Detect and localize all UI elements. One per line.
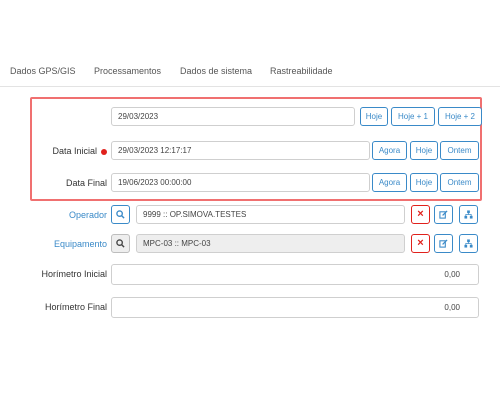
close-icon: × <box>417 237 424 249</box>
equipamento-search-button[interactable] <box>111 234 130 253</box>
horimetro-final-label: Horímetro Final <box>44 302 107 312</box>
ontem-button[interactable]: Ontem <box>440 141 479 160</box>
operador-field[interactable]: 9999 :: OP.SIMOVA.TESTES <box>136 205 405 224</box>
data-final-row: Data Final 19/06/2023 00:00:00 Agora Hoj… <box>0 172 500 194</box>
horimetro-inicial-row: Horímetro Inicial 0,00 <box>0 263 500 285</box>
data-inicial-label-text: Data Inicial <box>52 146 97 156</box>
search-icon <box>116 239 125 248</box>
close-icon: × <box>417 208 424 220</box>
tab-processamentos[interactable]: Processamentos <box>94 66 161 76</box>
data-inicial-label: Data Inicial <box>52 140 107 162</box>
hoje-button[interactable]: Hoje <box>410 173 438 192</box>
horimetro-inicial-field[interactable]: 0,00 <box>111 264 479 285</box>
operador-row: Operador 9999 :: OP.SIMOVA.TESTES × <box>0 204 500 226</box>
tab-bar: Dados GPS/GIS Processamentos Dados de si… <box>10 66 353 76</box>
equipamento-hierarchy-button[interactable] <box>459 234 478 253</box>
tab-dados-gps-gis[interactable]: Dados GPS/GIS <box>10 66 80 76</box>
equipamento-edit-button[interactable] <box>434 234 453 253</box>
hierarchy-icon <box>464 239 473 248</box>
data-final-label: Data Final <box>65 178 107 188</box>
equipamento-clear-button[interactable]: × <box>411 234 430 253</box>
edit-icon <box>439 239 448 248</box>
agora-button[interactable]: Agora <box>372 141 407 160</box>
equipamento-row: Equipamento MPC-03 :: MPC-03 × <box>0 233 500 255</box>
equipamento-field[interactable]: MPC-03 :: MPC-03 <box>136 234 405 253</box>
date-field[interactable]: 29/03/2023 <box>111 107 355 126</box>
operador-hierarchy-button[interactable] <box>459 205 478 224</box>
hoje-button[interactable]: Hoje <box>360 107 388 126</box>
equipamento-label[interactable]: Equipamento <box>54 233 107 255</box>
operador-edit-button[interactable] <box>434 205 453 224</box>
operador-label[interactable]: Operador <box>69 204 107 226</box>
ontem-button[interactable]: Ontem <box>440 173 479 192</box>
horimetro-final-row: Horímetro Final 0,00 <box>0 296 500 318</box>
data-inicial-row: Data Inicial 29/03/2023 12:17:17 Agora H… <box>0 140 500 162</box>
horimetro-inicial-label: Horímetro Inicial <box>41 269 107 279</box>
operador-search-button[interactable] <box>111 205 130 224</box>
required-dot-icon <box>101 148 107 155</box>
data-inicial-field[interactable]: 29/03/2023 12:17:17 <box>111 141 370 160</box>
hoje-plus-2-button[interactable]: Hoje + 2 <box>438 107 482 126</box>
data-final-field[interactable]: 19/06/2023 00:00:00 <box>111 173 370 192</box>
tab-rastreabilidade[interactable]: Rastreabilidade <box>270 66 333 76</box>
tab-divider <box>0 86 500 87</box>
hoje-plus-1-button[interactable]: Hoje + 1 <box>391 107 435 126</box>
agora-button[interactable]: Agora <box>372 173 407 192</box>
hierarchy-icon <box>464 210 473 219</box>
horimetro-final-field[interactable]: 0,00 <box>111 297 479 318</box>
hoje-button[interactable]: Hoje <box>410 141 438 160</box>
operador-clear-button[interactable]: × <box>411 205 430 224</box>
edit-icon <box>439 210 448 219</box>
search-icon <box>116 210 125 219</box>
tab-dados-de-sistema[interactable]: Dados de sistema <box>180 66 252 76</box>
date-row: 29/03/2023 Hoje Hoje + 1 Hoje + 2 <box>0 106 500 128</box>
